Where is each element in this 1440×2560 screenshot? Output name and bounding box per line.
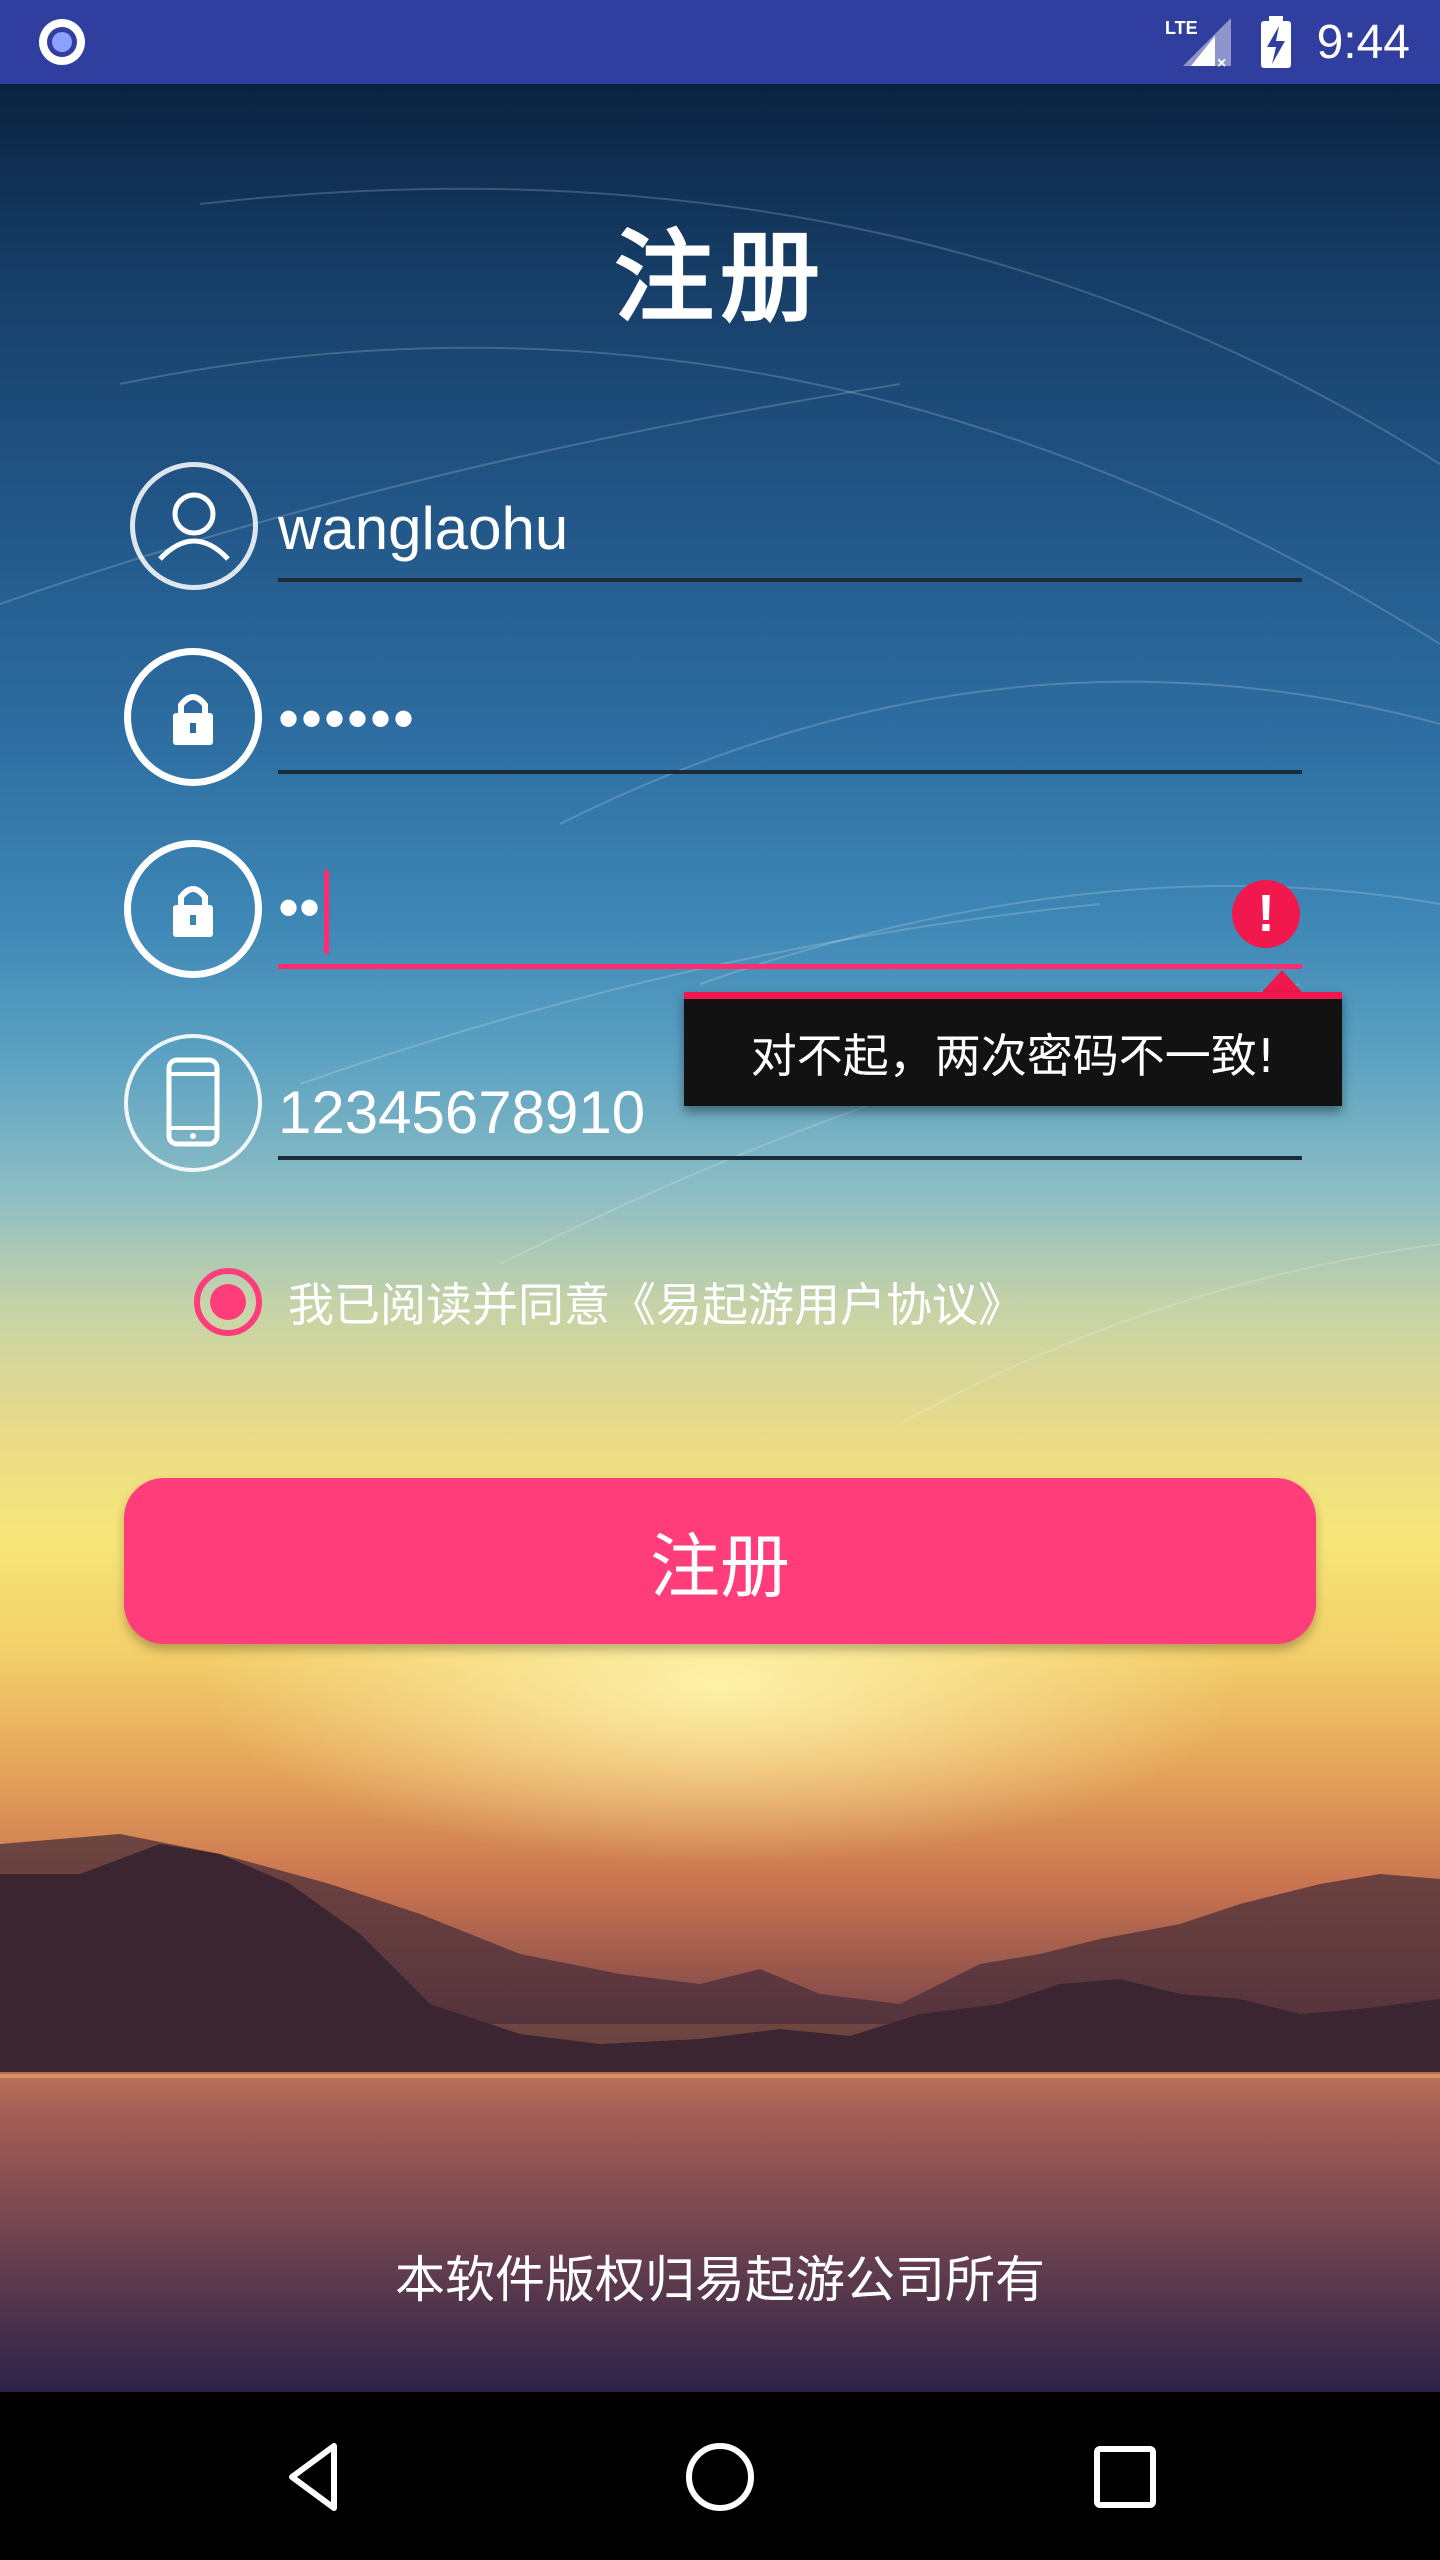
agreement-radio[interactable] [194,1268,262,1336]
phone-icon [124,1034,262,1172]
signal-icon: LTE × [1165,18,1231,70]
password-underline [278,770,1302,774]
register-button[interactable]: 注册 [124,1478,1316,1644]
navigation-bar [0,2392,1440,2560]
record-icon [39,19,85,65]
username-underline [278,578,1302,582]
page-title: 注册 [614,219,826,336]
user-icon [130,462,258,590]
text-cursor [324,870,330,954]
recents-icon[interactable] [1080,2432,1170,2522]
tooltip-arrow [1262,970,1302,992]
password-field[interactable]: •••••• [278,684,416,753]
phone-underline [278,1156,1302,1160]
confirm-password-value: •• [278,873,321,941]
username-field[interactable]: wanglaohu [278,494,568,563]
radio-checked-dot [210,1284,246,1320]
status-icons: LTE × 9:44 [1165,0,1410,84]
background-landscape [0,187,1440,2392]
battery-charging-icon [1260,16,1291,68]
copyright-text: 本软件版权归易起游公司所有 [395,2251,1045,2309]
register-screen: 注册 wanglaohu •••••• •• ! 对不起，两次密码不一致! 12… [0,84,1440,2392]
home-icon[interactable] [675,2432,765,2522]
svg-text:×: × [1217,55,1226,70]
phone-field[interactable]: 12345678910 [278,1078,645,1147]
agreement-row[interactable]: 我已阅读并同意《易起游用户协议》 [194,1262,1024,1342]
status-bar: LTE × 9:44 [0,0,1440,84]
clock: 9:44 [1316,15,1410,69]
agreement-label[interactable]: 我已阅读并同意《易起游用户协议》 [288,1269,1024,1335]
error-tooltip: 对不起，两次密码不一致! [684,992,1342,1106]
network-label: LTE [1165,18,1198,38]
lock-icon [124,840,262,978]
error-icon[interactable]: ! [1232,880,1300,948]
lock-icon [124,648,262,786]
confirm-password-underline [278,964,1302,969]
confirm-password-field[interactable]: •• [278,870,330,954]
back-icon[interactable] [270,2432,360,2522]
